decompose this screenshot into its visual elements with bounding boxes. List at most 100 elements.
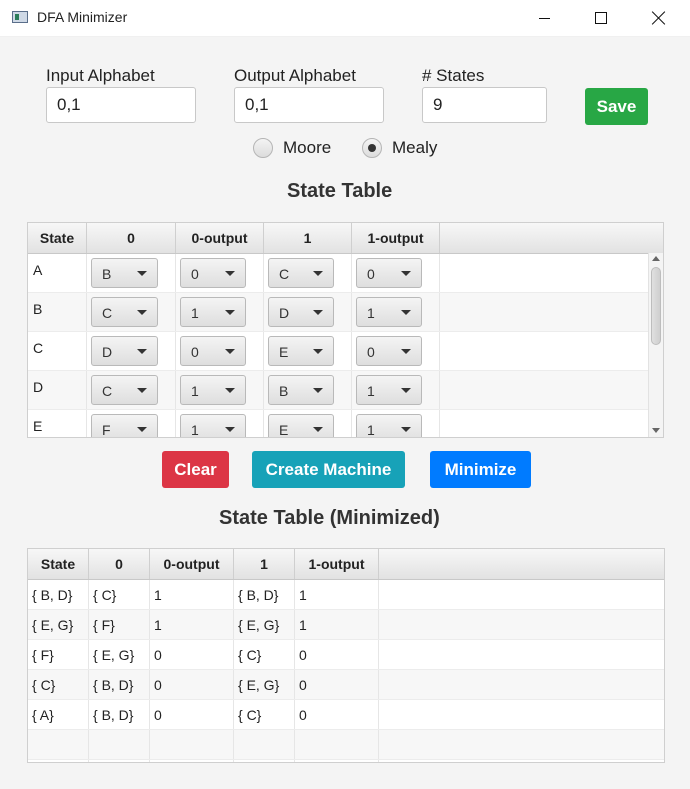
input-alphabet-field[interactable]: 0,1 (46, 87, 196, 123)
scroll-up-icon[interactable] (652, 256, 660, 261)
minimized-cell-next1: { B, D} (234, 580, 295, 609)
min-column-header-0[interactable]: 0 (89, 549, 150, 579)
chevron-down-icon (401, 427, 411, 432)
output-dropdown[interactable]: 0 (356, 336, 422, 366)
clear-button[interactable]: Clear (162, 451, 229, 488)
dropdown-value: B (279, 383, 289, 399)
moore-radio-circle[interactable] (253, 138, 273, 158)
chevron-down-icon (313, 349, 323, 354)
save-button[interactable]: Save (585, 88, 648, 125)
state-name: E (33, 418, 43, 434)
minimize-button[interactable]: Minimize (430, 451, 531, 488)
minimized-table-row[interactable]: { C} { B, D} 0 { E, G} 0 (28, 670, 664, 700)
state-table-row[interactable]: E F 1 E 1 (28, 410, 649, 438)
close-window-button[interactable] (636, 0, 682, 36)
minimized-table-row[interactable]: { B, D} { C} 1 { B, D} 1 (28, 580, 664, 610)
dropdown-value: C (102, 383, 113, 399)
chevron-down-icon (137, 310, 147, 315)
transition-cell: E (264, 410, 352, 437)
minimized-table-row[interactable]: { A} { B, D} 0 { C} 0 (28, 700, 664, 730)
cell-text: { E, G} (93, 647, 135, 663)
minimized-cell-out0: 0 (150, 700, 234, 729)
column-header-state[interactable]: State (28, 223, 87, 253)
next-state-dropdown[interactable]: E (268, 336, 334, 366)
mealy-radio[interactable]: Mealy (362, 138, 437, 158)
minimized-cell-next0: { C} (89, 580, 150, 609)
minimized-cell-state: { C} (28, 670, 89, 699)
column-header-1-output[interactable]: 1-output (352, 223, 440, 253)
min-column-header-1-output[interactable]: 1-output (295, 549, 379, 579)
minimized-cell-next1: { C} (234, 700, 295, 729)
cell-text: { B, D} (93, 677, 134, 693)
state-table-row[interactable]: D C 1 B 1 (28, 371, 649, 410)
cell-text: { E, G} (238, 617, 280, 633)
minimized-cell-next1: { E, G} (234, 610, 295, 639)
dropdown-value: D (279, 305, 290, 321)
moore-radio-label: Moore (283, 138, 332, 157)
chevron-down-icon (401, 349, 411, 354)
input-alphabet-label: Input Alphabet (46, 66, 155, 85)
next-state-dropdown[interactable]: C (268, 258, 334, 288)
minimized-table-row[interactable]: { E, G} { F} 1 { E, G} 1 (28, 610, 664, 640)
column-header-1[interactable]: 1 (264, 223, 352, 253)
state-table-row[interactable]: C D 0 E 0 (28, 332, 649, 371)
window-title: DFA Minimizer (37, 9, 128, 25)
transition-cell: 0 (176, 254, 264, 292)
chevron-down-icon (225, 427, 235, 432)
state-table-row[interactable]: B C 1 D 1 (28, 293, 649, 332)
mealy-radio-label: Mealy (392, 138, 438, 157)
state-table-row[interactable]: A B 0 C 0 (28, 254, 649, 293)
next-state-dropdown[interactable]: D (91, 336, 158, 366)
minimized-cell-state: { F} (28, 640, 89, 669)
transition-cell: 0 (352, 254, 440, 292)
next-state-dropdown[interactable]: F (91, 414, 158, 438)
column-header-0-output[interactable]: 0-output (176, 223, 264, 253)
transition-cell: C (87, 293, 176, 331)
next-state-dropdown[interactable]: C (91, 375, 158, 405)
dropdown-value: C (279, 266, 290, 282)
create-machine-button[interactable]: Create Machine (252, 451, 405, 488)
min-column-header-0-output[interactable]: 0-output (150, 549, 234, 579)
output-dropdown[interactable]: 0 (180, 336, 246, 366)
minimized-cell-next0: { B, D} (89, 700, 150, 729)
next-state-dropdown[interactable]: D (268, 297, 334, 327)
state-table-scrollbar[interactable] (648, 253, 663, 437)
transition-cell: B (87, 254, 176, 292)
next-state-dropdown[interactable]: C (91, 297, 158, 327)
minimize-window-button[interactable] (521, 0, 567, 36)
output-dropdown[interactable]: 0 (356, 258, 422, 288)
cell-text: { C} (93, 587, 117, 603)
next-state-dropdown[interactable]: B (91, 258, 158, 288)
output-dropdown[interactable]: 0 (180, 258, 246, 288)
output-dropdown[interactable]: 1 (356, 375, 422, 405)
scroll-down-icon[interactable] (652, 428, 660, 433)
dropdown-value: F (102, 422, 111, 438)
next-state-dropdown[interactable]: B (268, 375, 334, 405)
next-state-dropdown[interactable]: E (268, 414, 334, 437)
min-column-header-1[interactable]: 1 (234, 549, 295, 579)
output-dropdown[interactable]: 1 (356, 297, 422, 327)
output-alphabet-field[interactable]: 0,1 (234, 87, 384, 123)
output-dropdown[interactable]: 1 (356, 414, 422, 437)
mealy-radio-circle[interactable] (362, 138, 382, 158)
chevron-down-icon (225, 271, 235, 276)
dropdown-value: 1 (191, 383, 199, 399)
output-dropdown[interactable]: 1 (180, 414, 246, 437)
chevron-down-icon (225, 349, 235, 354)
scrollbar-thumb[interactable] (651, 267, 661, 345)
min-column-header-state[interactable]: State (28, 549, 89, 579)
maximize-window-button[interactable] (578, 0, 624, 36)
states-count-field[interactable]: 9 (422, 87, 547, 123)
cell-text: { C} (32, 677, 56, 693)
chevron-down-icon (137, 427, 147, 432)
minimized-table-row[interactable]: { F} { E, G} 0 { C} 0 (28, 640, 664, 670)
output-dropdown[interactable]: 1 (180, 375, 246, 405)
transition-cell: C (264, 254, 352, 292)
dropdown-value: 0 (191, 344, 199, 360)
column-header-0[interactable]: 0 (87, 223, 176, 253)
minimized-cell-out1: 0 (295, 640, 379, 669)
output-dropdown[interactable]: 1 (180, 297, 246, 327)
moore-radio[interactable]: Moore (253, 138, 331, 158)
minimized-cell-state: { A} (28, 700, 89, 729)
minimized-cell-out1: 0 (295, 670, 379, 699)
